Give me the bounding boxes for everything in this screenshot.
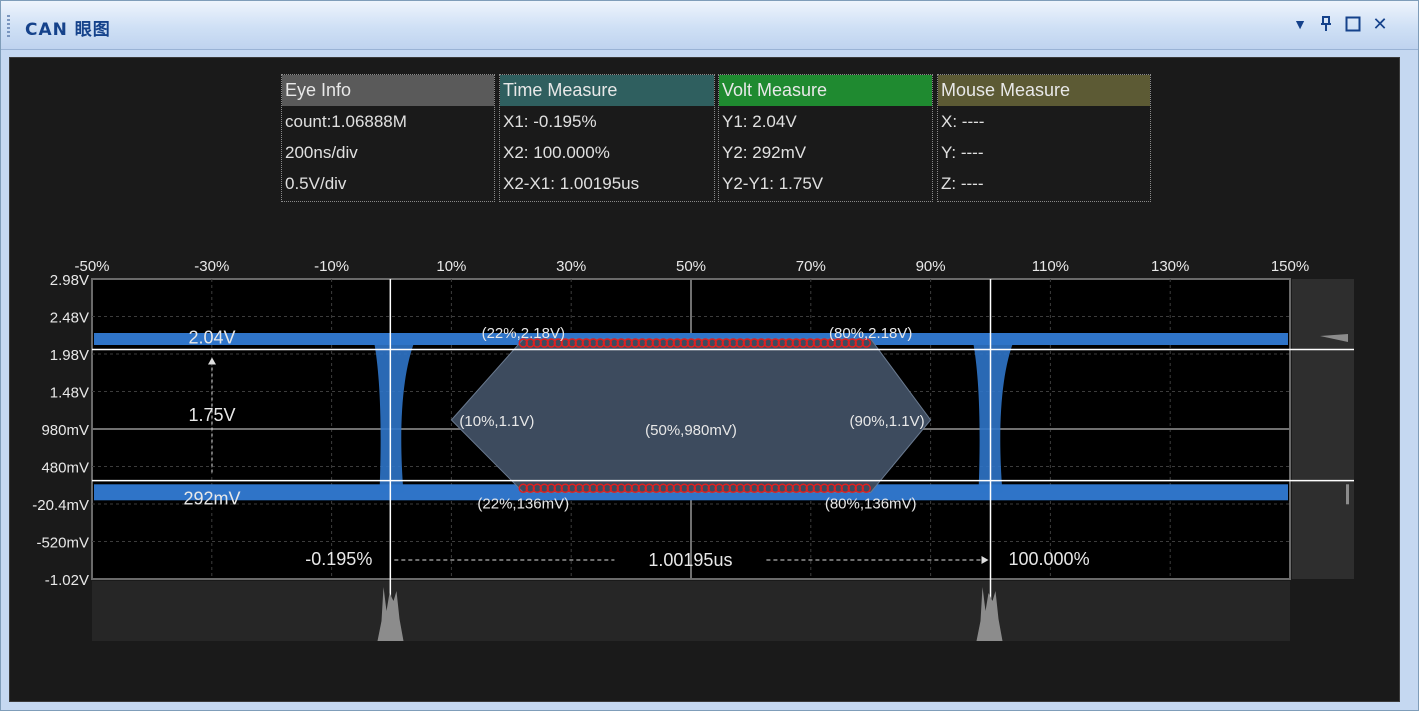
x-tick-label: 90% xyxy=(916,258,946,275)
mask-center-label: (50%,980mV) xyxy=(645,422,737,439)
mask-point-label: (80%,136mV) xyxy=(825,495,917,512)
x-tick-label: 50% xyxy=(676,258,706,275)
y-tick-label: -1.02V xyxy=(45,572,89,589)
title-bar: CAN 眼图 ▼ ✕ xyxy=(1,1,1418,50)
pin-icon[interactable] xyxy=(1315,11,1337,37)
y-tick-label: 2.48V xyxy=(50,310,89,327)
cursor-x1-label: -0.195% xyxy=(305,549,372,569)
mask-point-label: (80%,2.18V) xyxy=(829,325,912,342)
cursor-y2-label: 292mV xyxy=(183,489,240,509)
y-tick-label: -20.4mV xyxy=(32,497,89,514)
y-tick-label: 2.98V xyxy=(50,272,89,289)
mask-point-label: (10%,1.1V) xyxy=(459,413,534,430)
eye-diagram-chart[interactable]: -50% -30% -10% 10% 30% 50% 70% 90% 110% 130% 150%2… xyxy=(10,58,1399,701)
x-tick-label: 130% xyxy=(1151,258,1189,275)
level-histogram-low xyxy=(1346,484,1349,505)
y-tick-label: 980mV xyxy=(41,422,89,439)
x-tick-label: 70% xyxy=(796,258,826,275)
x-tick-label: 10% xyxy=(436,258,466,275)
x-tick-label: 30% xyxy=(556,258,586,275)
cursor-x2-label: 100.000% xyxy=(1009,549,1090,569)
cursor-dy-label: 1.75V xyxy=(188,405,235,425)
window-title: CAN 眼图 xyxy=(25,20,111,40)
y-tick-label: 1.48V xyxy=(50,385,89,402)
y-tick-label: -520mV xyxy=(36,535,89,552)
x-tick-label: -10% xyxy=(314,258,349,275)
eye-diagram-window: CAN 眼图 ▼ ✕ Eye Info count:1.06888M 200ns… xyxy=(0,0,1419,711)
eye-diagram-area: Eye Info count:1.06888M 200ns/div 0.5V/d… xyxy=(9,57,1400,702)
x-tick-label: -30% xyxy=(194,258,229,275)
x-tick-label: 110% xyxy=(1032,258,1069,275)
maximize-icon[interactable] xyxy=(1342,11,1364,37)
y-tick-label: 1.98V xyxy=(50,347,89,364)
horizontal-histogram-panel xyxy=(92,581,1290,641)
mask-point-label: (22%,2.18V) xyxy=(482,325,565,342)
dropdown-icon[interactable]: ▼ xyxy=(1289,11,1311,37)
y-tick-label: 480mV xyxy=(41,460,89,477)
drag-grip-icon[interactable] xyxy=(7,15,10,37)
x-tick-label: 150% xyxy=(1271,258,1309,275)
close-icon[interactable]: ✕ xyxy=(1369,11,1391,37)
cursor-y1-label: 2.04V xyxy=(188,328,235,348)
cursor-dx-label: 1.00195us xyxy=(648,550,732,570)
mask-point-label: (90%,1.1V) xyxy=(850,413,925,430)
mask-point-label: (22%,136mV) xyxy=(477,495,569,512)
vertical-histogram-panel xyxy=(1292,279,1354,579)
